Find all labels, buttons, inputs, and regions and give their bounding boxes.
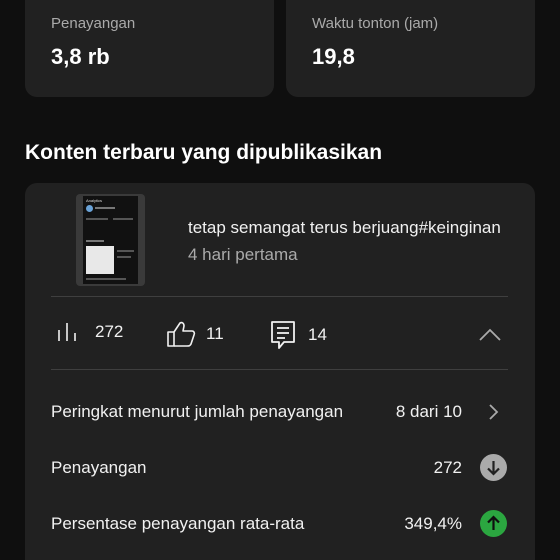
divider [51, 296, 508, 297]
stat-value: 3,8 rb [51, 44, 110, 69]
chevron-right-icon[interactable] [483, 402, 503, 422]
chevron-up-icon[interactable] [476, 323, 504, 347]
arrow-down-icon [480, 454, 507, 481]
stat-label: Penayangan [51, 15, 136, 32]
likes-metric: 11 [166, 320, 224, 348]
views-metric: 272 [57, 320, 123, 344]
thumbs-up-icon [167, 321, 196, 347]
comments-count: 14 [308, 325, 327, 344]
row-value-rank: 8 dari 10 [395, 402, 462, 421]
video-subtitle: 4 hari pertama [188, 245, 298, 264]
stat-label: Waktu tonton (jam) [312, 15, 439, 32]
row-value-avg-percent: 349,4% [404, 514, 462, 533]
latest-content-card: Analytics tetap semangat terus berjuang#… [25, 183, 535, 560]
stat-value: 19,8 [312, 44, 355, 69]
row-value-views: 272 [433, 458, 462, 477]
comment-icon [271, 321, 295, 349]
views-count: 272 [95, 322, 124, 341]
thumbnail-screenshot: Analytics [83, 196, 138, 284]
section-title: Konten terbaru yang dipublikasikan [25, 141, 383, 164]
row-label-views: Penayangan [51, 458, 147, 477]
row-label-avg-percent: Persentase penayangan rata-rata [51, 514, 305, 533]
bar-chart-icon [58, 323, 76, 341]
arrow-up-icon [480, 510, 507, 537]
thumbnail-text: Analytics [86, 198, 103, 203]
video-thumbnail[interactable]: Analytics [76, 194, 145, 286]
stat-card-views[interactable]: Penayangan 3,8 rb [25, 0, 274, 97]
divider [51, 369, 508, 370]
likes-count: 11 [206, 324, 224, 343]
row-label-rank: Peringkat menurut jumlah penayangan [51, 402, 344, 421]
comments-metric: 14 [270, 320, 327, 350]
thumbnail-avatar [86, 205, 93, 212]
video-title[interactable]: tetap semangat terus berjuang#keinginan [188, 218, 506, 238]
stat-card-watch-time[interactable]: Waktu tonton (jam) 19,8 [286, 0, 535, 97]
